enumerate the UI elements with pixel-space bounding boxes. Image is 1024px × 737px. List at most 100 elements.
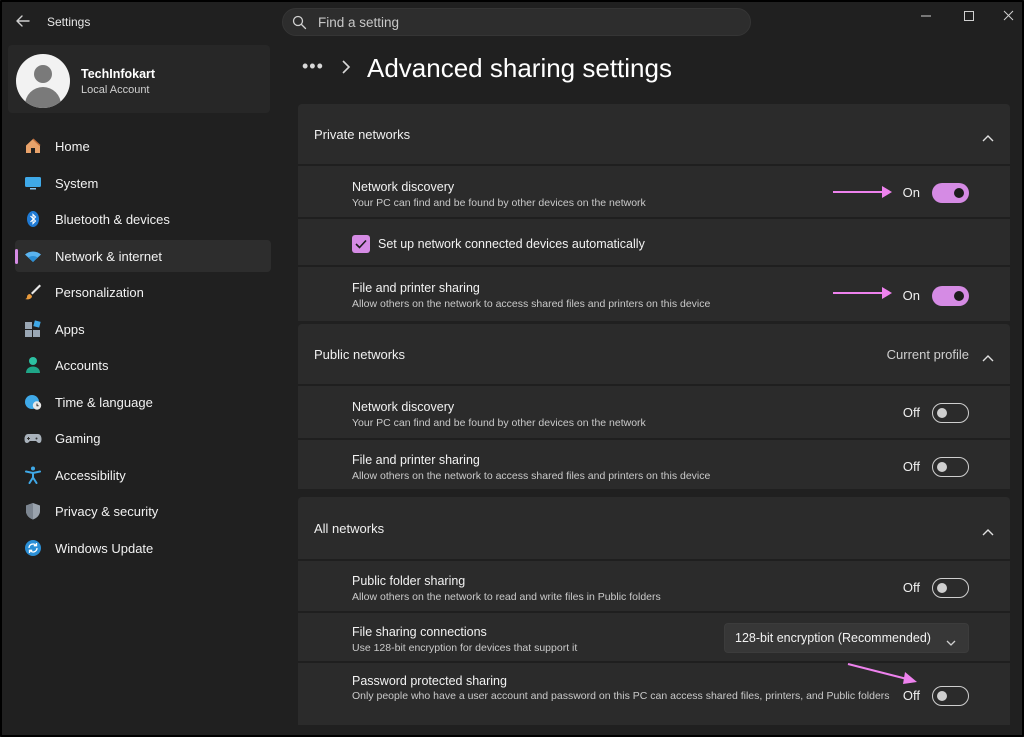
sidebar-nav: Home System Bluetooth & devices Network … [15,130,271,568]
section-title: Private networks [314,127,411,142]
sidebar-item-accounts[interactable]: Accounts [15,349,271,381]
sidebar-item-label: Windows Update [55,540,154,556]
sidebar-item-network[interactable]: Network & internet [15,239,271,272]
chevron-up-icon[interactable] [982,130,994,142]
dropdown-value: 128-bit encryption (Recommended) [735,631,931,645]
chevron-up-icon[interactable] [982,350,994,362]
sidebar-item-apps[interactable]: Apps [15,313,271,345]
maximize-button[interactable] [954,7,984,25]
wifi-icon [24,247,42,265]
row-title: Network discovery [352,180,455,194]
all-networks-section: All networks Public folder sharing Allow… [298,497,1010,725]
sync-icon [24,539,42,557]
public-folder-sharing-toggle[interactable] [932,578,969,598]
public-network-discovery-toggle[interactable] [932,403,969,423]
globe-clock-icon [24,393,42,411]
checkbox-label: Set up network connected devices automat… [378,237,645,251]
sidebar-item-privacy-security[interactable]: Privacy & security [15,495,271,527]
public-network-discovery-row: Network discovery Your PC can find and b… [298,384,1010,438]
sidebar-item-system[interactable]: System [15,167,271,199]
chevron-up-icon[interactable] [982,524,994,536]
search-icon [292,15,307,30]
minimize-button[interactable] [911,7,941,25]
public-networks-header[interactable]: Public networks Current profile [298,324,1010,384]
monitor-icon [24,174,42,192]
toggle-state-label: On [902,288,920,303]
password-sharing-toggle[interactable] [932,686,969,706]
sidebar-item-label: System [55,175,99,191]
gamepad-icon [24,429,42,447]
file-sharing-connections-row: File sharing connections Use 128-bit enc… [298,611,1010,661]
row-description: Only people who have a user account and … [352,690,890,702]
close-button[interactable] [994,7,1024,25]
brush-icon [24,283,42,301]
breadcrumb-more-button[interactable]: ••• [302,56,324,77]
annotation-arrow [847,663,917,684]
shield-icon [24,502,42,520]
sidebar-item-label: Gaming [55,431,101,446]
search-input[interactable] [318,9,738,35]
section-title: All networks [314,521,385,536]
sidebar-item-label: Privacy & security [55,504,159,519]
private-file-printer-row: File and printer sharing Allow others on… [298,265,1010,321]
title-bar: Settings [0,0,1024,44]
user-profile-card[interactable]: TechInfokart Local Account [8,45,270,113]
bluetooth-icon [24,210,42,228]
public-networks-section: Public networks Current profile Network … [298,324,1010,489]
private-networks-header[interactable]: Private networks [298,104,1010,164]
sidebar-item-personalization[interactable]: Personalization [15,276,271,308]
row-description: Allow others on the network to access sh… [352,470,711,482]
current-profile-badge: Current profile [886,347,969,362]
profile-name: TechInfokart [81,67,156,81]
apps-icon [24,319,42,338]
auto-setup-checkbox[interactable] [352,235,370,253]
toggle-state-label: Off [902,459,920,474]
toggle-state-label: Off [902,580,920,595]
sidebar-item-accessibility[interactable]: Accessibility [15,459,271,491]
sidebar-item-bluetooth[interactable]: Bluetooth & devices [15,203,271,235]
private-file-printer-toggle[interactable] [932,286,969,306]
toggle-state-label: Off [902,688,920,703]
sidebar-item-windows-update[interactable]: Windows Update [15,532,271,564]
sidebar-item-time-language[interactable]: Time & language [15,386,271,418]
private-networks-section: Private networks Network discovery Your … [298,104,1010,321]
person-icon [24,356,42,374]
public-file-printer-row: File and printer sharing Allow others on… [298,438,1010,489]
sidebar-item-label: Accounts [55,358,109,373]
row-title: Public folder sharing [352,574,466,588]
back-arrow-icon[interactable] [14,12,32,30]
private-network-discovery-row: Network discovery Your PC can find and b… [298,164,1010,217]
row-description: Use 128-bit encryption for devices that … [352,642,578,654]
home-icon [24,137,42,155]
row-title: Password protected sharing [352,674,507,688]
row-description: Allow others on the network to read and … [352,591,661,603]
avatar [16,54,70,108]
toggle-state-label: Off [902,405,920,420]
sidebar-item-label: Personalization [55,285,144,300]
sidebar-item-label: Time & language [55,394,153,410]
public-folder-sharing-row: Public folder sharing Allow others on th… [298,559,1010,611]
annotation-arrow [833,186,892,198]
search-box[interactable] [282,8,751,36]
sidebar-item-label: Home [55,139,90,154]
chevron-down-icon [946,635,956,646]
all-networks-header[interactable]: All networks [298,497,1010,557]
section-title: Public networks [314,347,406,362]
profile-account-type: Local Account [81,84,150,96]
row-description: Allow others on the network to access sh… [352,298,711,310]
encryption-dropdown[interactable]: 128-bit encryption (Recommended) [724,623,969,653]
chevron-right-icon [340,59,352,75]
toggle-state-label: On [902,185,920,200]
sidebar-item-label: Accessibility [55,467,126,483]
sidebar-item-label: Network & internet [55,248,162,264]
accessibility-icon [24,466,42,484]
public-file-printer-toggle[interactable] [932,457,969,477]
sidebar-item-gaming[interactable]: Gaming [15,422,271,454]
private-network-discovery-toggle[interactable] [932,183,969,203]
row-description: Your PC can find and be found by other d… [352,197,646,209]
sidebar-item-label: Apps [55,321,85,337]
auto-setup-row: Set up network connected devices automat… [298,217,1010,265]
app-title: Settings [47,15,91,29]
sidebar-item-home[interactable]: Home [15,130,271,162]
sidebar-item-label: Bluetooth & devices [55,212,170,227]
